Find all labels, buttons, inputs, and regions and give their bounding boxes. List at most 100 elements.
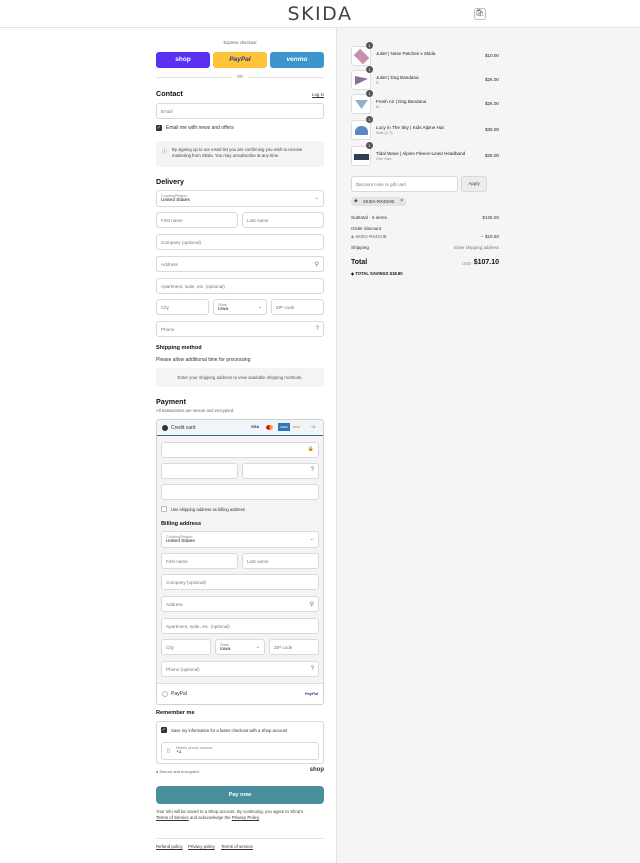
apply-discount-button[interactable]: Apply: [461, 176, 487, 192]
terms-of-service-link[interactable]: Terms of service: [221, 844, 253, 849]
chevron-down-icon: ⌄: [309, 536, 314, 542]
item-name: Lucy In The Sky | Kids Alpine Hat: [376, 125, 444, 130]
express-checkout-label: Express checkout: [223, 40, 257, 45]
card-number-field[interactable]: 🔒: [161, 442, 319, 458]
shipping-value: Enter shipping address: [454, 245, 499, 250]
card-security-code-field[interactable]: ?: [242, 463, 319, 479]
same-address-checkbox[interactable]: [161, 506, 167, 512]
order-summary: 1 Juliet | Nose Patches x Skida $10.00 1…: [336, 28, 640, 863]
remove-code-icon[interactable]: ×: [400, 198, 403, 204]
item-name: Tidal Wave | Alpine Fleece-Lined Headban…: [376, 151, 466, 156]
shop-terms-link[interactable]: Terms of Service: [156, 815, 189, 820]
product-thumbnail: [351, 146, 371, 166]
billing-city-field[interactable]: City: [161, 639, 211, 655]
secure-encrypted-note: ● Secure and encrypted: [156, 769, 199, 774]
quantity-badge: 1: [366, 66, 373, 73]
country-select[interactable]: Country/Region United States ⌄: [156, 190, 324, 207]
billing-apartment-field[interactable]: Apartment, suite, etc. (optional): [161, 618, 319, 634]
product-image: [354, 154, 369, 160]
phone-placeholder: Phone: [161, 327, 175, 332]
product-thumbnail: [351, 46, 371, 66]
billing-first-name-field[interactable]: First name: [161, 553, 238, 569]
venmo-button[interactable]: venmo: [270, 52, 324, 68]
billing-address-field[interactable]: Address ⚲: [161, 596, 319, 612]
billing-heading: Billing address: [161, 521, 202, 527]
visa-icon: VISA: [251, 425, 260, 429]
company-field[interactable]: Company (optional): [156, 234, 324, 250]
mobile-phone-value: +1: [176, 750, 182, 755]
address-field[interactable]: Address ⚲: [156, 256, 324, 272]
product-image: [355, 126, 368, 135]
mastercard-icon: [266, 425, 273, 430]
privacy-policy-link[interactable]: Privacy policy: [188, 844, 215, 849]
line-item: 1 Lucy In The Sky | Kids Alpine Hat Kids…: [351, 116, 499, 142]
billing-last-name-field[interactable]: Last name: [242, 553, 319, 569]
help-icon[interactable]: ?: [311, 666, 314, 672]
discover-icon: DISC: [293, 425, 301, 429]
first-name-field[interactable]: First name: [156, 212, 238, 228]
item-price: $28.00: [484, 153, 499, 158]
shipping-row: Shipping Enter shipping address: [351, 245, 499, 250]
credit-card-option[interactable]: Credit card VISA AMEX DISC +4: [157, 420, 323, 436]
apartment-field[interactable]: Apartment, suite, etc. (optional): [156, 278, 324, 294]
brand-logo[interactable]: SKIDA: [0, 3, 640, 25]
shop-privacy-link[interactable]: Privacy Policy: [232, 815, 259, 820]
item-variant: One Size: [376, 157, 392, 161]
tag-icon: ◈: [354, 198, 358, 204]
card-expiry-field[interactable]: [161, 463, 238, 479]
login-link[interactable]: Log in: [312, 92, 324, 97]
billing-company-field[interactable]: Company (optional): [161, 574, 319, 590]
shop-pay-button[interactable]: shop: [156, 52, 210, 68]
item-variant: M: [376, 105, 380, 109]
news-checkbox[interactable]: ✓: [156, 125, 162, 131]
billing-address-placeholder: Address: [166, 602, 183, 607]
pay-now-button[interactable]: Pay now: [156, 786, 324, 804]
line-item: 1 Juliet | Nose Patches x Skida $10.00: [351, 42, 499, 68]
billing-state-select[interactable]: State Iowa ⌄: [215, 639, 265, 655]
shipping-methods-placeholder: Enter your shipping address to view avai…: [156, 368, 324, 387]
paypal-radio[interactable]: [162, 691, 168, 697]
zip-field[interactable]: ZIP code: [271, 299, 324, 315]
refund-policy-link[interactable]: Refund policy: [156, 844, 183, 849]
card-name-field[interactable]: [161, 484, 319, 500]
item-name: Juliet | Nose Patches x Skida: [376, 51, 436, 56]
savings-label: TOTAL SAVINGS: [355, 271, 389, 276]
paypal-option[interactable]: PayPal PayPal: [157, 683, 323, 704]
legal-period: .: [259, 815, 261, 820]
billing-country-select[interactable]: Country/Region United States ⌄: [161, 531, 319, 548]
help-icon[interactable]: ?: [316, 326, 319, 332]
save-info-label: Save my information for a faster checkou…: [171, 728, 288, 733]
billing-zip-field[interactable]: ZIP code: [269, 639, 319, 655]
order-discount-label: Order discount: [351, 226, 382, 231]
total-row: Total USD $107.10: [351, 259, 499, 266]
applied-code-tag: ◈ SKIDA-RX4GHB ×: [351, 197, 407, 206]
mobile-phone-field[interactable]: ▯ Mobile phone number +1: [161, 742, 319, 760]
item-price: $26.00: [484, 77, 499, 82]
header: SKIDA 🛍: [0, 0, 640, 28]
remember-me-box: ✓ Save my information for a faster check…: [156, 721, 324, 764]
savings-value: $18.90: [389, 271, 403, 276]
item-variant: S: [376, 81, 379, 85]
subtotal-row: Subtotal · 5 items $126.00: [351, 215, 499, 220]
paypal-button[interactable]: PayPal: [213, 52, 267, 68]
processing-note: Please allow additional time for process…: [156, 357, 251, 363]
item-name: Fresh Air | Dog Bandana: [376, 99, 427, 104]
help-icon[interactable]: ?: [311, 467, 314, 473]
cart-bag-icon[interactable]: 🛍: [474, 8, 486, 20]
payment-heading: Payment: [156, 397, 186, 406]
marketing-notice: ⓘ By signing up to our email list you ar…: [156, 141, 324, 167]
quantity-badge: 1: [366, 42, 373, 49]
billing-country-value: United States: [166, 539, 195, 544]
last-name-field[interactable]: Last name: [242, 212, 324, 228]
state-select[interactable]: State Iowa ⌄: [213, 299, 267, 315]
billing-phone-field[interactable]: Phone (optional) ?: [161, 661, 319, 677]
email-field[interactable]: Email: [156, 103, 324, 119]
contact-heading: Contact: [156, 89, 183, 98]
order-discount-row: Order discount: [351, 226, 499, 231]
total-value: $107.10: [473, 259, 499, 266]
phone-field[interactable]: Phone ?: [156, 321, 324, 337]
credit-card-radio[interactable]: [162, 425, 168, 431]
discount-code-input[interactable]: Discount code or gift card: [351, 176, 458, 192]
save-info-checkbox[interactable]: ✓: [161, 727, 167, 733]
city-field[interactable]: City: [156, 299, 209, 315]
